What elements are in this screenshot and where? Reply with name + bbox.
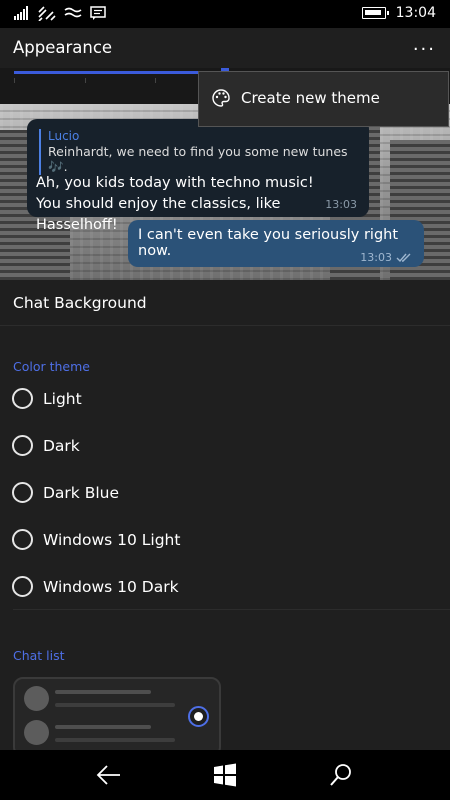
chat-preview: Lucio Reinhardt, we need to find you som… xyxy=(0,104,450,280)
chat-background-label: Chat Background xyxy=(13,294,147,312)
outgoing-message-time: 13:03 xyxy=(360,251,392,264)
text-placeholder xyxy=(55,703,175,707)
text-placeholder xyxy=(55,738,175,742)
navigation-bar xyxy=(0,750,450,800)
divider xyxy=(13,609,450,610)
app-bar: Appearance ... xyxy=(0,28,450,68)
avatar-placeholder xyxy=(24,720,49,745)
back-icon[interactable] xyxy=(95,762,123,788)
theme-option-windows10-dark[interactable]: Windows 10 Dark xyxy=(12,576,179,597)
reply-text: Reinhardt, we need to find you some new … xyxy=(48,144,348,174)
text-placeholder xyxy=(55,690,151,694)
radio-button[interactable] xyxy=(12,482,33,503)
incoming-message-time: 13:03 xyxy=(325,198,357,211)
theme-option-label: Windows 10 Dark xyxy=(43,577,179,596)
theme-option-label: Windows 10 Light xyxy=(43,530,181,549)
wifi-icon xyxy=(38,6,56,21)
color-theme-header: Color theme xyxy=(13,359,90,374)
slider-fill xyxy=(14,71,224,74)
signal-icon xyxy=(14,6,28,20)
reply-quote: Lucio Reinhardt, we need to find you som… xyxy=(39,129,369,175)
theme-option-light[interactable]: Light xyxy=(12,388,82,409)
more-options-button[interactable]: ... xyxy=(413,34,436,55)
selected-radio-button[interactable] xyxy=(188,706,209,727)
outgoing-message-meta: 13:03 xyxy=(360,251,412,264)
windows-start-icon[interactable] xyxy=(211,762,239,788)
overflow-menu: Create new theme xyxy=(198,71,449,127)
radio-button[interactable] xyxy=(12,576,33,597)
theme-option-label: Light xyxy=(43,389,82,408)
create-new-theme-menu-item[interactable]: Create new theme xyxy=(211,88,380,108)
radio-button[interactable] xyxy=(12,529,33,550)
status-bar: 13:04 xyxy=(0,0,450,28)
search-icon[interactable] xyxy=(327,762,355,788)
radio-button[interactable] xyxy=(12,435,33,456)
palette-icon xyxy=(212,89,230,107)
bluetooth-icon xyxy=(64,7,82,18)
reply-author: Lucio xyxy=(48,129,80,143)
status-time: 13:04 xyxy=(395,5,436,21)
theme-option-dark-blue[interactable]: Dark Blue xyxy=(12,482,119,503)
text-placeholder xyxy=(55,725,151,729)
theme-option-windows10-light[interactable]: Windows 10 Light xyxy=(12,529,180,550)
outgoing-message-bubble: I can't even take you seriously right no… xyxy=(128,220,424,267)
avatar-placeholder xyxy=(24,686,49,711)
chat-background-row[interactable]: Chat Background xyxy=(0,280,450,326)
menu-item-label: Create new theme xyxy=(241,89,380,107)
theme-option-label: Dark Blue xyxy=(43,483,120,502)
theme-option-label: Dark xyxy=(43,436,80,455)
incoming-message-bubble: Lucio Reinhardt, we need to find you som… xyxy=(27,119,369,233)
message-icon xyxy=(90,5,106,20)
theme-option-dark[interactable]: Dark xyxy=(12,435,80,456)
battery-icon xyxy=(361,7,389,19)
radio-button[interactable] xyxy=(12,388,33,409)
chat-list-style-option[interactable] xyxy=(13,677,221,757)
page-title: Appearance xyxy=(13,38,113,57)
double-check-icon xyxy=(396,253,411,262)
chat-list-header: Chat list xyxy=(13,648,65,663)
